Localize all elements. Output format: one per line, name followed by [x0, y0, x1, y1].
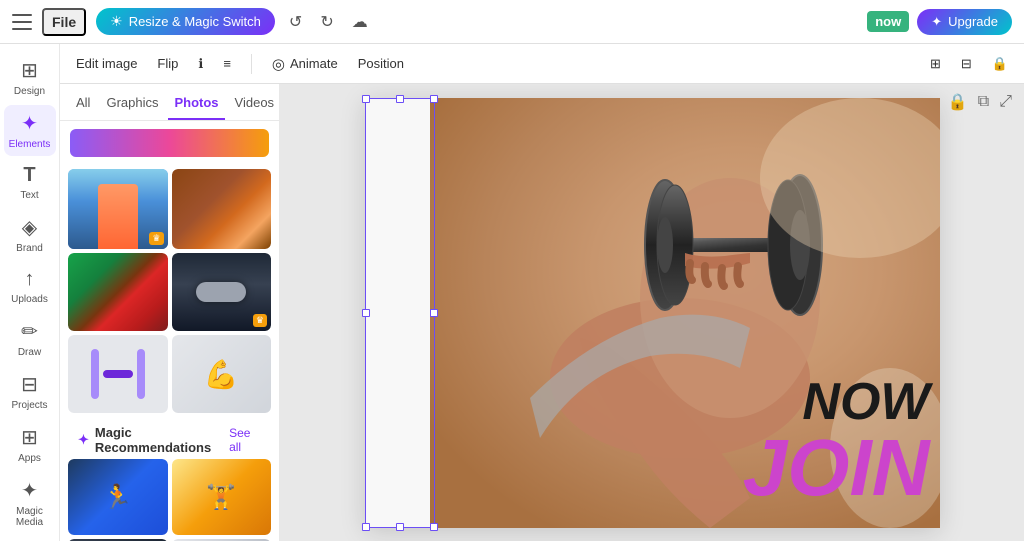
lock-canvas-icon[interactable]: 🔒 — [948, 92, 968, 112]
upgrade-button[interactable]: ✦ Upgrade — [917, 9, 1012, 35]
topbar-left: File ☀ Resize & Magic Switch ↺ ↻ ☁ — [12, 8, 372, 36]
image-row: ♛ — [68, 253, 271, 331]
image-thumb[interactable] — [68, 253, 168, 331]
sun-icon: ☀ — [110, 13, 123, 30]
main-canvas-area: 🔒 ⧉ ⤢ — [280, 84, 1024, 541]
topbar: File ☀ Resize & Magic Switch ↺ ↻ ☁ now ✦… — [0, 0, 1024, 44]
image-row: 🏃 🏋️ — [68, 459, 271, 535]
sidebar-item-label: Projects — [11, 400, 47, 411]
sidebar-item-label: Text — [20, 190, 38, 201]
uploads-icon: ↑ — [25, 268, 35, 291]
position-button[interactable]: Position — [358, 56, 404, 71]
section-title: ✦ Magic Recommendations — [78, 425, 229, 455]
canvas-white-area — [365, 98, 435, 528]
sidebar-item-label: Draw — [18, 347, 41, 358]
canvas[interactable]: NOW JOIN — [365, 98, 940, 528]
elements-icon: ✦ — [21, 111, 38, 136]
tab-videos[interactable]: Videos — [229, 87, 279, 120]
undo-button[interactable]: ↺ — [285, 8, 306, 36]
crown-badge: ♛ — [149, 232, 163, 245]
projects-icon: ⊟ — [21, 372, 38, 397]
wand-icon: ✦ — [78, 432, 89, 448]
image-thumb[interactable] — [68, 335, 168, 413]
hamburger-icon[interactable] — [12, 14, 32, 30]
lock-toolbar-icon[interactable]: 🔒 — [992, 56, 1008, 72]
star-icon: ✦ — [931, 14, 942, 30]
gradient-banner[interactable] — [70, 129, 269, 157]
align-button[interactable]: ≡ — [223, 56, 231, 71]
cloud-sync-icon[interactable]: ☁ — [348, 8, 372, 36]
left-panel: 🔍 ✕ ⊞ All Graphics Photos Videos Shapes … — [60, 44, 280, 541]
sidebar-item-label: Brand — [16, 243, 43, 254]
info-icon-button[interactable]: ℹ — [198, 56, 203, 72]
sidebar-item-design[interactable]: ⊞ Design — [4, 52, 56, 103]
animate-button[interactable]: ◎ Animate — [272, 55, 338, 73]
sidebar-item-label: Apps — [18, 453, 41, 464]
toolbar: Edit image Flip ℹ ≡ ◎ Animate Position ⊞… — [60, 44, 1024, 84]
image-thumb[interactable]: ♛ — [172, 253, 272, 331]
crown-badge: ♛ — [253, 314, 267, 327]
tab-all[interactable]: All — [70, 87, 96, 120]
flip-button[interactable]: Flip — [157, 56, 178, 71]
tab-photos[interactable]: Photos — [168, 87, 224, 120]
now-badge: now — [867, 11, 909, 32]
sidebar-item-elements[interactable]: ✦ Elements — [4, 105, 56, 156]
sidebar-item-draw[interactable]: ✏ Draw — [4, 313, 56, 364]
tab-graphics[interactable]: Graphics — [100, 87, 164, 120]
crop-icon[interactable]: ⊞ — [930, 56, 941, 72]
sidebar-item-label: Elements — [9, 139, 51, 150]
sidebar: ⊞ Design ✦ Elements T Text ◈ Brand ↑ Upl… — [0, 44, 60, 541]
now-text: NOW — [743, 376, 930, 428]
sidebar-item-label: Design — [14, 86, 45, 97]
join-text: JOIN — [743, 428, 930, 508]
apps-icon: ⊞ — [21, 425, 38, 450]
see-all-button[interactable]: See all — [229, 426, 261, 454]
image-row: ♛ — [68, 169, 271, 249]
join-now-text[interactable]: NOW JOIN — [743, 376, 930, 508]
image-row: 💪 — [68, 335, 271, 413]
image-thumb[interactable]: ♛ — [68, 169, 168, 249]
sidebar-item-projects[interactable]: ⊟ Projects — [4, 366, 56, 417]
redo-button[interactable]: ↻ — [316, 8, 337, 36]
sidebar-item-apps[interactable]: ⊞ Apps — [4, 419, 56, 470]
sidebar-item-text[interactable]: T Text — [4, 158, 56, 207]
image-thumb[interactable]: 💪 — [172, 335, 272, 413]
topbar-right: now ✦ Upgrade — [867, 9, 1012, 35]
tabs: All Graphics Photos Videos Shapes › — [60, 87, 279, 121]
sidebar-item-uploads[interactable]: ↑ Uploads — [4, 262, 56, 311]
sidebar-item-magic-media[interactable]: ✦ Magic Media — [4, 472, 56, 534]
magic-recommendations-header: ✦ Magic Recommendations See all — [68, 417, 271, 459]
resize-magic-button[interactable]: ☀ Resize & Magic Switch — [96, 8, 275, 35]
text-icon: T — [23, 164, 35, 187]
copy-canvas-icon[interactable]: ⧉ — [978, 93, 989, 111]
toolbar-divider — [251, 54, 252, 74]
image-thumb[interactable]: 🏋️ — [172, 459, 272, 535]
file-button[interactable]: File — [42, 8, 86, 36]
design-icon: ⊞ — [21, 58, 38, 83]
image-thumb[interactable] — [172, 169, 272, 249]
edit-image-button[interactable]: Edit image — [76, 56, 137, 71]
sidebar-item-label: Magic Media — [8, 506, 52, 528]
adjust-icon[interactable]: ⊟ — [961, 56, 972, 72]
canvas-toolbar: 🔒 ⧉ ⤢ — [948, 92, 1012, 112]
draw-icon: ✏ — [21, 319, 38, 344]
image-grid: ♛ ♛ — [60, 165, 279, 541]
sidebar-item-brand[interactable]: ◈ Brand — [4, 209, 56, 260]
magic-media-icon: ✦ — [21, 478, 38, 503]
sidebar-item-label: Uploads — [11, 294, 48, 305]
canvas-photo[interactable]: NOW JOIN — [430, 98, 940, 528]
image-thumb[interactable]: 🏃 — [68, 459, 168, 535]
expand-canvas-icon[interactable]: ⤢ — [999, 93, 1012, 111]
brand-icon: ◈ — [22, 215, 37, 240]
